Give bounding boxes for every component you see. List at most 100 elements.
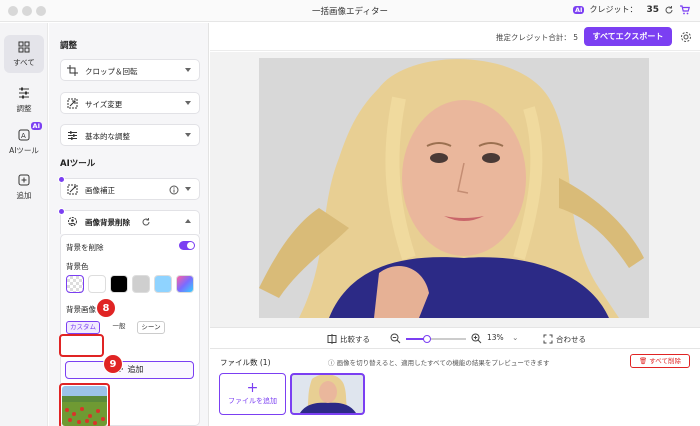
portrait-thumbnail-image <box>292 375 363 413</box>
enhance-icon <box>67 184 78 195</box>
status-dot <box>58 176 65 183</box>
left-rail: すべて 調整 AI A AIツール 追加 <box>0 23 48 426</box>
delete-all-button[interactable]: 🗑 すべて削除 <box>630 354 690 368</box>
ai-badge: AI <box>30 122 42 130</box>
app-window: 一括画像エディター AI クレジット： 35 すべて 調整 AI A AIツール… <box>0 0 700 426</box>
tab-scene[interactable]: シーン <box>137 321 165 334</box>
zoom-slider-knob[interactable] <box>423 335 431 343</box>
credit-label: クレジット： <box>589 5 638 14</box>
info-icon[interactable] <box>169 185 179 195</box>
tab-custom[interactable]: カスタム <box>66 321 100 334</box>
credit-value: 35 <box>646 4 659 15</box>
zoom-slider[interactable] <box>406 335 466 343</box>
grid-icon <box>18 41 30 53</box>
chevron-down-icon <box>185 68 191 72</box>
gear-icon[interactable] <box>680 31 692 43</box>
step-badge-9: 9 <box>103 354 123 374</box>
crop-icon <box>67 65 78 76</box>
top-toolbar: 推定クレジット合計： 5 すべてエクスポート <box>210 23 700 51</box>
accordion-basic-adjust[interactable]: 基本的な調整 <box>60 124 200 146</box>
color-swatch-light-blue[interactable] <box>154 275 172 293</box>
callout-box-custom <box>59 334 104 357</box>
fit-button[interactable]: 合わせる <box>556 334 586 345</box>
zoom-in-icon[interactable] <box>471 333 482 344</box>
zoom-out-icon[interactable] <box>390 333 401 344</box>
remove-bg-label: 背景を削除 <box>66 243 104 252</box>
sliders-icon <box>68 131 77 140</box>
color-swatch-black[interactable] <box>110 275 128 293</box>
info-icon: ⓘ <box>328 359 337 367</box>
status-dot <box>58 208 65 215</box>
chevron-down-icon <box>185 101 191 105</box>
view-toolbar: 比較する 13% ⌄ 合わせる <box>210 327 700 349</box>
export-all-button[interactable]: すべてエクスポート <box>584 27 672 46</box>
files-header: ファイル数 (1) ⓘ 画像を切り替えると、適用したすべての機能の結果をプレビュ… <box>210 350 700 370</box>
color-swatch-gradient[interactable] <box>176 275 194 293</box>
chevron-down-icon <box>185 187 191 191</box>
accordion-label: 画像補正 <box>85 186 115 195</box>
section-title-ai-tools: AIツール <box>60 159 96 169</box>
preview-canvas <box>210 52 700 327</box>
accordion-label: サイズ変更 <box>85 100 123 109</box>
resize-icon <box>67 98 78 109</box>
plus-box-icon <box>18 174 30 186</box>
reset-icon[interactable] <box>141 217 151 227</box>
file-count: ファイル数 (1) <box>220 358 271 367</box>
cart-icon[interactable] <box>679 4 690 15</box>
accordion-label: 画像背景削除 <box>85 218 130 227</box>
compare-button[interactable]: 比較する <box>340 334 370 345</box>
chevron-up-icon <box>185 219 191 223</box>
ai-tools-icon: A <box>18 129 30 141</box>
rail-item-adjust[interactable]: 調整 <box>4 81 44 119</box>
bg-color-label: 背景色 <box>66 262 89 271</box>
preview-image <box>259 58 649 318</box>
accordion-image-enhance[interactable]: 画像補正 <box>58 176 200 200</box>
rail-item-label: すべて <box>13 58 35 67</box>
estimated-credits-value: 5 <box>573 33 578 42</box>
accordion-resize[interactable]: サイズ変更 <box>60 92 200 114</box>
trash-icon: 🗑 <box>638 357 650 365</box>
add-bg-image-button[interactable]: + 追加 <box>65 361 194 379</box>
section-title-adjust: 調整 <box>60 41 78 51</box>
preview-hint: ⓘ 画像を切り替えると、適用したすべての機能の結果をプレビューできます <box>328 357 550 367</box>
plus-icon: + <box>246 380 259 396</box>
adjust-panel: 調整 クロップ＆回転 サイズ変更 基本的な調整 AIツール 画像補正 画像背景削… <box>49 23 209 426</box>
bg-image-label: 背景画像 <box>66 305 96 314</box>
rail-item-all[interactable]: すべて <box>4 35 44 73</box>
accordion-bg-remove[interactable]: 画像背景削除 <box>58 208 200 234</box>
compare-icon <box>327 334 337 344</box>
preview-hint-text: 画像を切り替えると、適用したすべての機能の結果をプレビューできます <box>336 359 550 367</box>
main-area: 推定クレジット合計： 5 すべてエクスポート 比較する 13% ⌄ 合わせる フ… <box>210 23 700 426</box>
rail-item-label: AIツール <box>9 146 39 155</box>
tab-general[interactable]: 一般 <box>107 321 131 334</box>
refresh-icon[interactable] <box>664 5 674 15</box>
accordion-label: クロップ＆回転 <box>85 67 138 76</box>
callout-box-thumbnail <box>59 383 110 426</box>
zoom-value: 13% <box>487 333 504 342</box>
color-swatch-gray[interactable] <box>132 275 150 293</box>
add-file-button[interactable]: + ファイルを追加 <box>219 373 286 415</box>
fit-icon <box>543 334 553 344</box>
sliders-icon <box>19 87 29 99</box>
estimated-credits-label: 推定クレジット合計： <box>495 33 571 42</box>
file-thumbnail[interactable] <box>290 373 365 415</box>
estimated-credits: 推定クレジット合計： 5 <box>496 32 578 43</box>
color-swatch-white[interactable] <box>88 275 106 293</box>
chevron-down-icon: ⌄ <box>512 333 519 342</box>
rail-item-ai-tools[interactable]: AI A AIツール <box>4 122 44 161</box>
rail-item-label: 調整 <box>16 104 32 113</box>
add-file-label: ファイルを追加 <box>228 397 277 405</box>
ai-badge: AI <box>573 5 585 14</box>
rail-item-label: 追加 <box>16 191 32 200</box>
add-bg-image-label: 追加 <box>127 365 144 374</box>
zoom-select[interactable]: 13% ⌄ <box>487 333 527 345</box>
portrait-image <box>259 58 649 318</box>
accordion-crop-rotate[interactable]: クロップ＆回転 <box>60 59 200 81</box>
color-swatch-transparent[interactable] <box>66 275 84 293</box>
delete-all-label: すべて削除 <box>649 357 682 365</box>
chevron-down-icon <box>185 133 191 137</box>
rail-item-add[interactable]: 追加 <box>4 168 44 206</box>
svg-text:A: A <box>21 132 26 140</box>
bg-remove-icon <box>68 217 77 226</box>
remove-bg-toggle[interactable] <box>179 241 195 250</box>
